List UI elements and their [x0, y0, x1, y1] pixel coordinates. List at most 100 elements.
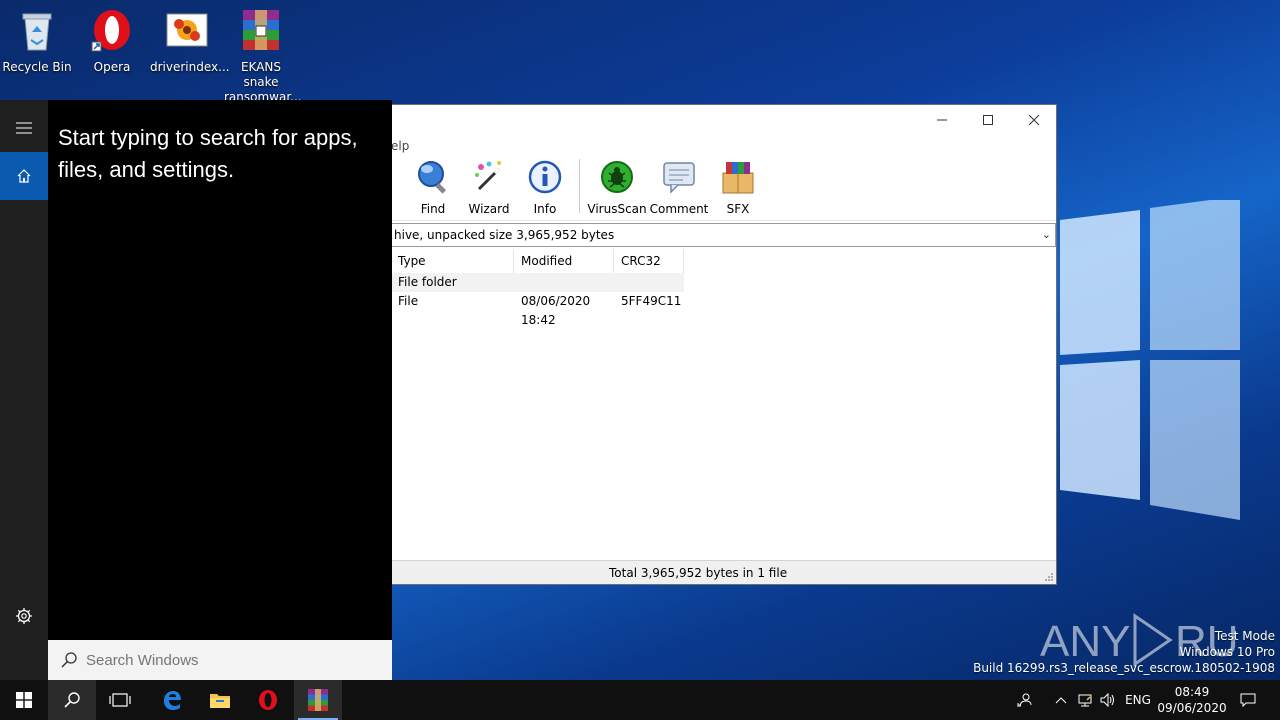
- notification-icon: [1240, 693, 1256, 708]
- start-menu-rail: [0, 100, 48, 680]
- column-header-type[interactable]: Type: [391, 249, 514, 273]
- table-row[interactable]: File 08/06/2020 18:42 5FF49C11: [391, 292, 684, 327]
- desktop-icon-driverindex[interactable]: driverindex...: [150, 2, 230, 75]
- home-button[interactable]: [0, 152, 48, 200]
- cell-crc32: [614, 273, 684, 292]
- winrar-window[interactable]: elp Find Wizard Info VirusScan Comment S…: [390, 104, 1057, 585]
- menu-help[interactable]: elp: [391, 139, 409, 153]
- start-button[interactable]: [0, 680, 48, 720]
- info-icon: [528, 160, 562, 194]
- recycle-bin-icon: [22, 13, 52, 51]
- maximize-button[interactable]: [965, 105, 1011, 135]
- watermark-line: Windows 10 Pro: [1179, 645, 1275, 659]
- desktop-icon-label: EKANS snake ransomwar...: [224, 60, 302, 104]
- resize-grip-icon[interactable]: [1044, 572, 1054, 582]
- settings-button[interactable]: [0, 592, 48, 640]
- winrar-icon: [308, 689, 328, 711]
- image-file-icon: [166, 13, 208, 47]
- search-icon: [61, 652, 77, 668]
- search-button[interactable]: [48, 680, 96, 720]
- close-icon: [1028, 114, 1040, 126]
- taskbar: ENG 08:49 09/06/2020: [0, 680, 1280, 720]
- table-row[interactable]: File folder: [391, 273, 684, 292]
- people-button[interactable]: [1012, 680, 1038, 720]
- status-bar: Total 3,965,952 bytes in 1 file: [391, 560, 1056, 584]
- taskbar-winrar-button[interactable]: [294, 680, 342, 720]
- column-header-crc32[interactable]: CRC32: [614, 249, 684, 273]
- toolbar-info-button[interactable]: Info: [517, 157, 573, 216]
- speaker-icon: [1100, 692, 1114, 708]
- toolbar-wizard-button[interactable]: Wizard: [461, 157, 517, 216]
- taskbar-edge-button[interactable]: [148, 680, 196, 720]
- maximize-icon: [983, 115, 993, 125]
- desktop-icon-opera[interactable]: Opera: [75, 2, 149, 75]
- task-view-icon: [109, 693, 131, 707]
- windows-logo-icon: [16, 692, 32, 708]
- clock-time: 08:49: [1174, 685, 1210, 699]
- start-search-hint: Start typing to search for apps, files, …: [58, 125, 358, 182]
- task-view-button[interactable]: [96, 680, 144, 720]
- chevron-down-icon[interactable]: ⌄: [1042, 224, 1051, 246]
- toolbar-label: Find: [420, 202, 446, 216]
- edge-icon: [164, 691, 181, 710]
- find-icon: [418, 161, 447, 194]
- volume-button[interactable]: [1097, 680, 1119, 720]
- comment-icon: [663, 162, 695, 194]
- title-bar[interactable]: [391, 105, 1056, 135]
- file-list-header: Type Modified CRC32: [391, 249, 1056, 273]
- toolbar-label: SFX: [726, 202, 750, 216]
- watermark-line: Build 16299.rs3_release_svc_escrow.18050…: [973, 661, 1275, 675]
- toolbar: Find Wizard Info VirusScan Comment SFX: [391, 157, 1056, 221]
- cell-modified: [514, 273, 614, 292]
- cell-crc32: 5FF49C11: [621, 294, 682, 308]
- toolbar-virusscan-button[interactable]: VirusScan: [586, 157, 648, 216]
- search-input[interactable]: [86, 651, 376, 669]
- toolbar-comment-button[interactable]: Comment: [648, 157, 710, 216]
- desktop-icon-label: Opera: [93, 60, 131, 74]
- start-menu: Start typing to search for apps, files, …: [0, 100, 392, 680]
- watermark-line: Test Mode: [1214, 629, 1275, 643]
- clock-date: 09/06/2020: [1157, 701, 1227, 715]
- network-icon: [1078, 694, 1092, 707]
- minimize-button[interactable]: [919, 105, 965, 135]
- toolbar-label: Wizard: [468, 202, 510, 216]
- search-icon: [64, 692, 80, 708]
- file-list[interactable]: Type Modified CRC32 File folder File 08/…: [391, 249, 1056, 561]
- toolbar-label: Comment: [649, 202, 709, 216]
- chevron-up-icon: [1055, 697, 1067, 704]
- menu-bar: elp: [391, 135, 1056, 157]
- toolbar-sfx-button[interactable]: SFX: [710, 157, 766, 216]
- desktop-icon-ekans[interactable]: EKANS snake ransomwar...: [224, 2, 302, 105]
- gear-icon: [16, 608, 32, 624]
- show-hidden-icons-button[interactable]: [1050, 680, 1072, 720]
- opera-icon: [91, 10, 130, 52]
- windows-wallpaper-logo: [1060, 200, 1240, 520]
- close-button[interactable]: [1011, 105, 1056, 135]
- search-box[interactable]: [48, 640, 392, 680]
- column-header-modified[interactable]: Modified: [514, 249, 614, 273]
- action-center-button[interactable]: [1232, 680, 1264, 720]
- network-button[interactable]: [1074, 680, 1096, 720]
- people-icon: [1017, 693, 1032, 708]
- opera-icon: [259, 690, 277, 710]
- desktop-icon-label: driverindex...: [150, 60, 230, 74]
- input-language-button[interactable]: ENG: [1122, 680, 1154, 720]
- wizard-icon: [475, 161, 501, 191]
- folder-icon: [210, 694, 230, 708]
- status-text: Total 3,965,952 bytes in 1 file: [609, 566, 788, 580]
- clock-button[interactable]: 08:49 09/06/2020: [1157, 680, 1227, 720]
- sfx-icon: [722, 162, 754, 194]
- desktop-icon-recycle-bin[interactable]: Recycle Bin: [0, 2, 74, 75]
- taskbar-explorer-button[interactable]: [196, 680, 244, 720]
- toolbar-find-button[interactable]: Find: [405, 157, 461, 216]
- minimize-icon: [937, 119, 947, 121]
- toolbar-separator: [579, 159, 580, 213]
- cell-modified: 08/06/2020 18:42: [521, 294, 591, 327]
- toolbar-label: Info: [533, 202, 557, 216]
- cell-type: File folder: [398, 275, 457, 289]
- archive-path-text: hive, unpacked size 3,965,952 bytes: [394, 228, 615, 242]
- expand-menu-button[interactable]: [0, 104, 48, 152]
- taskbar-opera-button[interactable]: [244, 680, 292, 720]
- archive-path-bar[interactable]: hive, unpacked size 3,965,952 bytes ⌄: [391, 223, 1056, 247]
- home-icon: [17, 169, 31, 183]
